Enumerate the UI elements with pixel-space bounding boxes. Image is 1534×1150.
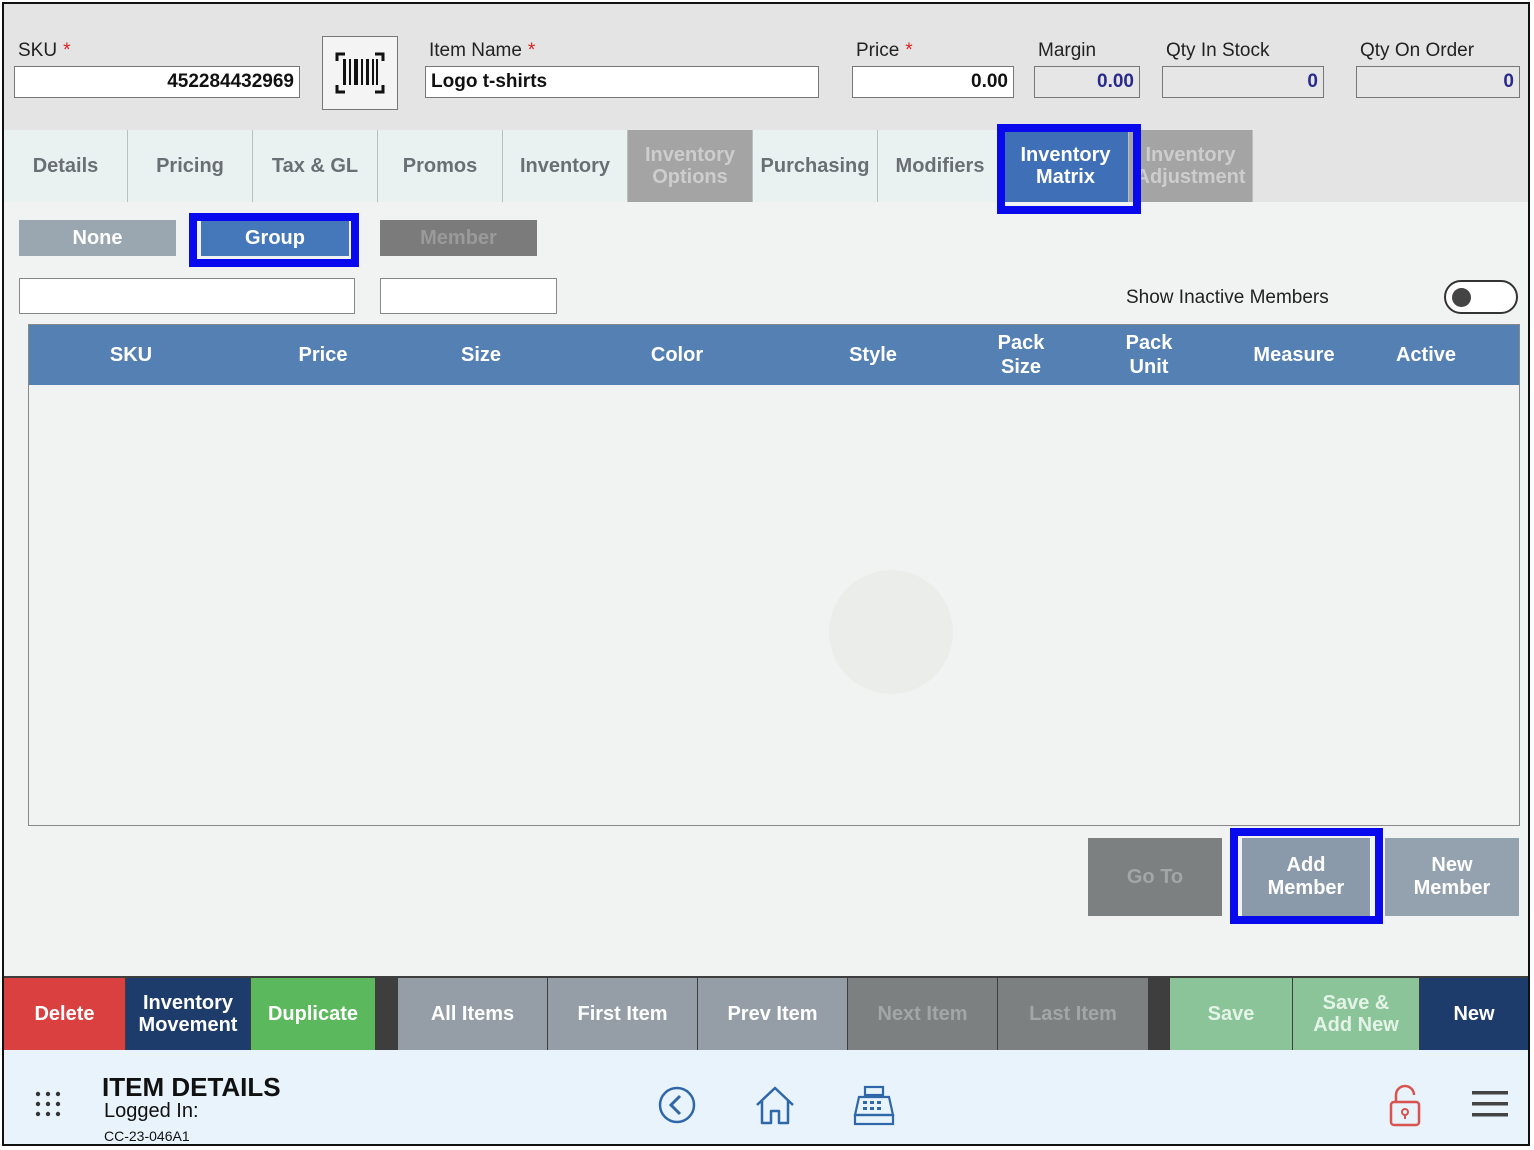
show-inactive-toggle[interactable] xyxy=(1444,280,1518,314)
delete-button[interactable]: Delete xyxy=(4,978,125,1050)
inventory-movement-button[interactable]: Inventory Movement xyxy=(126,978,250,1050)
lock-icon[interactable] xyxy=(1384,1082,1426,1130)
tab-inventory[interactable]: Inventory xyxy=(503,130,628,202)
show-inactive-label: Show Inactive Members xyxy=(1126,287,1329,308)
item-details-screen: SKU * 452284432969 Item Name * Logo t-shir… xyxy=(2,2,1530,1146)
col-active[interactable]: Active xyxy=(1364,325,1488,385)
apps-grid-icon[interactable] xyxy=(30,1086,66,1122)
add-member-button[interactable]: Add Member xyxy=(1242,838,1370,916)
mode-member-button[interactable]: Member xyxy=(380,220,537,256)
col-style[interactable]: Style xyxy=(811,325,935,385)
home-icon[interactable] xyxy=(752,1082,798,1128)
price-field[interactable]: 0.00 xyxy=(852,66,1014,98)
grid-header: SKU Price Size Color Style Pack Size Pack… xyxy=(29,325,1519,385)
item-name-field[interactable]: Logo t-shirts xyxy=(425,66,819,98)
page-title: ITEM DETAILS xyxy=(102,1072,281,1102)
tab-inventory-adjustment[interactable]: Inventory Adjustment xyxy=(1129,130,1253,202)
item-name-label: Item Name * xyxy=(429,40,536,61)
next-item-button[interactable]: Next Item xyxy=(848,978,997,1050)
station-id: CC-23-046A1 xyxy=(104,1128,190,1144)
tab-bar: Details Pricing Tax & GL Promos Inventor… xyxy=(4,130,1528,202)
back-icon[interactable] xyxy=(656,1084,698,1126)
col-measure[interactable]: Measure xyxy=(1232,325,1356,385)
tab-inventory-matrix[interactable]: Inventory Matrix xyxy=(1003,130,1129,202)
qty-on-order-field: 0 xyxy=(1356,66,1520,98)
tab-modifiers[interactable]: Modifiers xyxy=(878,130,1003,202)
duplicate-button[interactable]: Duplicate xyxy=(251,978,375,1050)
margin-field: 0.00 xyxy=(1034,66,1140,98)
col-price[interactable]: Price xyxy=(261,325,385,385)
col-color[interactable]: Color xyxy=(615,325,739,385)
tab-pricing[interactable]: Pricing xyxy=(128,130,253,202)
item-header: SKU * 452284432969 Item Name * Logo t-shir… xyxy=(4,4,1528,130)
save-add-new-button[interactable]: Save & Add New xyxy=(1293,978,1419,1050)
first-item-button[interactable]: First Item xyxy=(548,978,697,1050)
tab-purchasing[interactable]: Purchasing xyxy=(753,130,878,202)
tab-details[interactable]: Details xyxy=(4,130,128,202)
price-label: Price * xyxy=(856,40,913,61)
new-member-button[interactable]: New Member xyxy=(1385,838,1519,916)
mode-none-button[interactable]: None xyxy=(19,220,176,256)
barcode-icon xyxy=(335,52,385,94)
col-sku[interactable]: SKU xyxy=(69,325,193,385)
tab-inventory-options[interactable]: Inventory Options xyxy=(628,130,753,202)
group-filter-input[interactable] xyxy=(19,278,355,314)
last-item-button[interactable]: Last Item xyxy=(998,978,1148,1050)
app-footer: ITEM DETAILS Logged In: CC-23-046A1 xyxy=(4,1050,1528,1144)
mode-group-button[interactable]: Group xyxy=(201,220,349,256)
tab-promos[interactable]: Promos xyxy=(378,130,503,202)
menu-icon[interactable] xyxy=(1470,1086,1510,1122)
col-pack-unit[interactable]: Pack Unit xyxy=(1087,325,1211,385)
qty-on-order-label: Qty On Order xyxy=(1360,40,1475,61)
register-icon[interactable] xyxy=(852,1084,898,1128)
col-size[interactable]: Size xyxy=(419,325,543,385)
col-pack-size[interactable]: Pack Size xyxy=(959,325,1083,385)
prev-item-button[interactable]: Prev Item xyxy=(698,978,847,1050)
new-button[interactable]: New xyxy=(1420,978,1528,1050)
barcode-scan-button[interactable] xyxy=(322,36,398,110)
save-button[interactable]: Save xyxy=(1170,978,1292,1050)
logged-in-label: Logged In: xyxy=(104,1100,199,1122)
margin-label: Margin xyxy=(1038,40,1097,61)
sku-label: SKU * xyxy=(18,40,71,61)
toggle-knob xyxy=(1452,288,1471,307)
qty-in-stock-label: Qty In Stock xyxy=(1166,40,1270,61)
loading-spinner xyxy=(829,570,953,694)
member-filter-input[interactable] xyxy=(380,278,557,314)
go-to-button[interactable]: Go To xyxy=(1088,838,1222,916)
matrix-members-grid: SKU Price Size Color Style Pack Size Pack… xyxy=(28,324,1520,826)
tab-tax-gl[interactable]: Tax & GL xyxy=(253,130,378,202)
sku-field[interactable]: 452284432969 xyxy=(14,66,300,98)
item-toolbar: Delete Inventory Movement Duplicate All I… xyxy=(4,976,1528,1050)
qty-in-stock-field: 0 xyxy=(1162,66,1324,98)
all-items-button[interactable]: All Items xyxy=(398,978,547,1050)
